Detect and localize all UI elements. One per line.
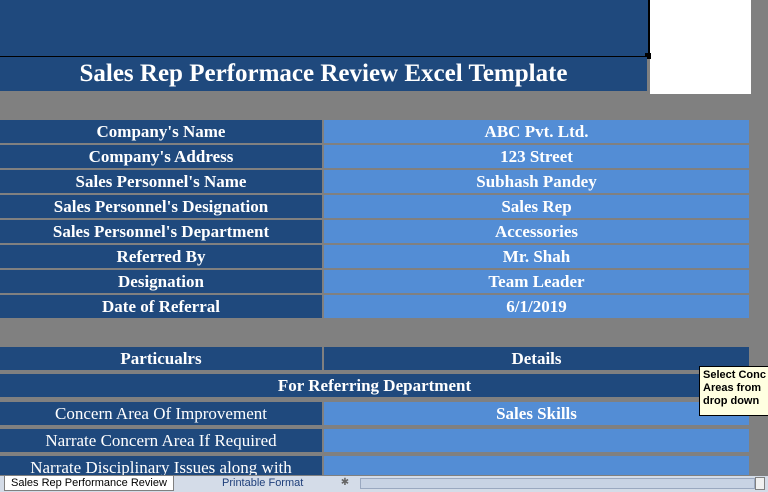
review-label[interactable]: Narrate Disciplinary Issues along with (0, 456, 322, 475)
tab-sales-rep-performance-review[interactable]: Sales Rep Performance Review (4, 476, 174, 491)
tooltip-line: Areas from (703, 382, 762, 394)
info-label[interactable]: Sales Personnel's Designation (0, 195, 322, 218)
info-value[interactable]: 6/1/2019 (324, 295, 749, 318)
info-row: Referred By Mr. Shah (0, 245, 750, 268)
input-message-tooltip: Select Conc Areas from drop down (699, 366, 768, 416)
review-value[interactable] (324, 429, 749, 452)
referring-department-header[interactable]: For Referring Department (0, 374, 749, 397)
info-label[interactable]: Sales Personnel's Name (0, 170, 322, 193)
review-row: Concern Area Of Improvement Sales Skills (0, 402, 750, 425)
review-label[interactable]: Concern Area Of Improvement (0, 402, 322, 425)
section-header-row: Particualrs Details (0, 347, 750, 370)
info-label[interactable]: Company's Address (0, 145, 322, 168)
scroll-right-button[interactable] (755, 477, 765, 490)
info-value[interactable]: Mr. Shah (324, 245, 749, 268)
info-row: Company's Address 123 Street (0, 145, 750, 168)
spreadsheet-area: Sales Rep Performace Review Excel Templa… (0, 0, 768, 475)
info-row: Sales Personnel's Designation Sales Rep (0, 195, 750, 218)
info-label[interactable]: Company's Name (0, 120, 322, 143)
info-value[interactable]: 123 Street (324, 145, 749, 168)
subheader-row: For Referring Department (0, 374, 750, 397)
info-row: Date of Referral 6/1/2019 (0, 295, 750, 318)
info-row: Company's Name ABC Pvt. Ltd. (0, 120, 750, 143)
review-row: Narrate Disciplinary Issues along with (0, 456, 750, 475)
review-label[interactable]: Narrate Concern Area If Required (0, 429, 322, 452)
info-label[interactable]: Designation (0, 270, 322, 293)
selected-header-cell[interactable] (0, 0, 650, 58)
info-label[interactable]: Date of Referral (0, 295, 322, 318)
info-value[interactable]: Team Leader (324, 270, 749, 293)
info-label[interactable]: Referred By (0, 245, 322, 268)
details-header[interactable]: Details (324, 347, 749, 370)
review-row: Narrate Concern Area If Required (0, 429, 750, 452)
empty-cells[interactable] (650, 0, 751, 94)
review-value[interactable] (324, 456, 749, 475)
info-row: Sales Personnel's Department Accessories (0, 220, 750, 243)
tooltip-line: drop down (703, 395, 760, 407)
review-value[interactable]: Sales Skills (324, 402, 749, 425)
info-value[interactable]: Subhash Pandey (324, 170, 749, 193)
info-label[interactable]: Sales Personnel's Department (0, 220, 322, 243)
page-title: Sales Rep Performace Review Excel Templa… (0, 57, 647, 91)
tab-printable-format[interactable]: Printable Format (216, 476, 309, 490)
info-value[interactable]: ABC Pvt. Ltd. (324, 120, 749, 143)
info-row: Designation Team Leader (0, 270, 750, 293)
horizontal-scrollbar[interactable] (360, 478, 755, 489)
info-value[interactable]: Accessories (324, 220, 749, 243)
info-value[interactable]: Sales Rep (324, 195, 749, 218)
particulars-header[interactable]: Particualrs (0, 347, 322, 370)
insert-sheet-icon[interactable]: ✱ (338, 477, 352, 489)
sheet-tab-bar: Sales Rep Performance Review Printable F… (0, 475, 768, 492)
tooltip-line: Select Conc (703, 369, 766, 381)
info-row: Sales Personnel's Name Subhash Pandey (0, 170, 750, 193)
